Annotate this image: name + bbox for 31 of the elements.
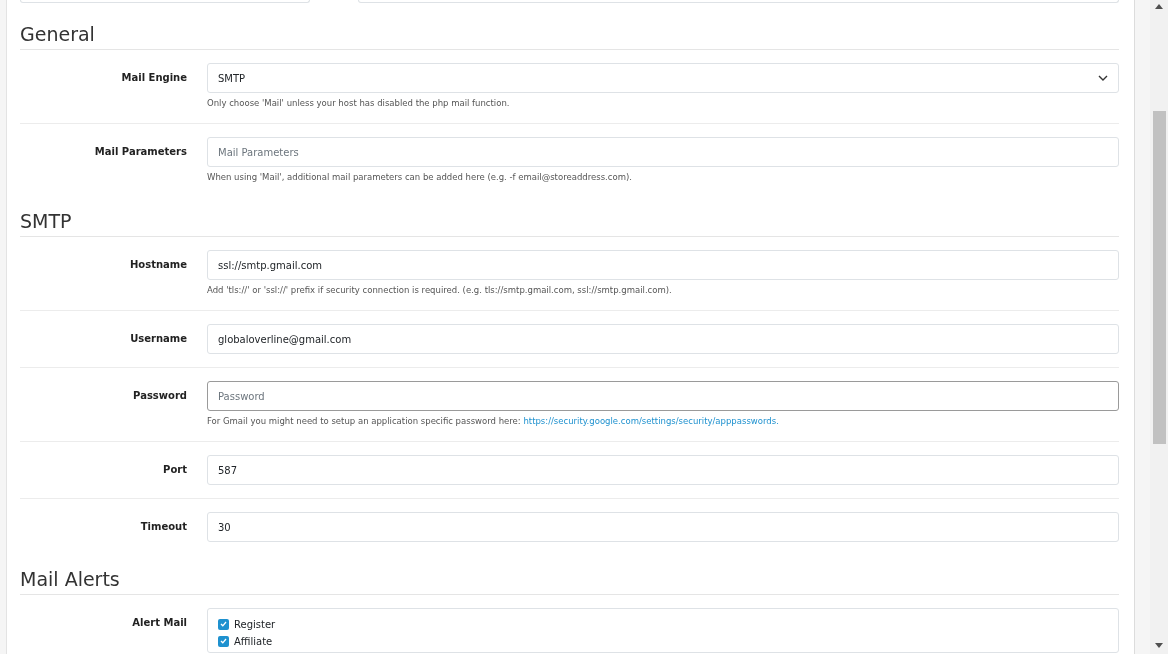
help-text: When using 'Mail', additional mail parameters can be added here (e.g. -f email@storeaddress.com). [207,171,633,184]
select-field[interactable]: SMTP [207,63,1119,93]
checkbox-label: Register [234,617,276,632]
input-field[interactable]: 587 [207,455,1119,485]
chevron-down-icon [1098,74,1108,82]
help-text: Add 'tls://' or 'ssl://' prefix if security connection is required. (e.g. tls://smtp.gmail.com, ssl://smtp.gmail.com). [207,284,673,297]
help-text: Only choose 'Mail' unless your host has disabled the php mail function. [207,97,511,110]
checkbox[interactable] [218,618,229,630]
section-heading: SMTP [20,209,72,234]
field-label: Password [133,389,187,403]
input-field[interactable]: ssl://smtp.gmail.com [207,250,1119,280]
help-text: For Gmail you might need to setup an application specific password here: https://security.google.com/settings/security/apppasswords. [207,415,780,428]
section-heading: Mail Alerts [20,567,120,592]
scroll-down-icon [1155,643,1163,648]
input-field[interactable]: 30 [207,512,1119,542]
input-field[interactable]: globaloverline@gmail.com [207,324,1119,354]
field-label: Hostname [129,258,187,272]
checkbox-label: Affiliate [234,634,273,649]
field-label: Username [130,332,187,346]
input-field[interactable]: Password [207,381,1119,411]
scroll-up-icon [1155,4,1163,9]
help-link[interactable]: https://security.google.com/settings/security/apppasswords. [523,416,779,426]
section-heading: General [20,22,95,47]
scrollbar[interactable] [1150,0,1168,654]
field-label: Timeout [140,520,187,534]
checkbox[interactable] [218,635,229,647]
field-label: Alert Mail [132,616,187,630]
field-label: Mail Parameters [94,145,187,159]
field-label: Mail Engine [121,71,187,85]
scrollbar-thumb[interactable] [1152,111,1166,444]
field-label: Port [163,463,187,477]
